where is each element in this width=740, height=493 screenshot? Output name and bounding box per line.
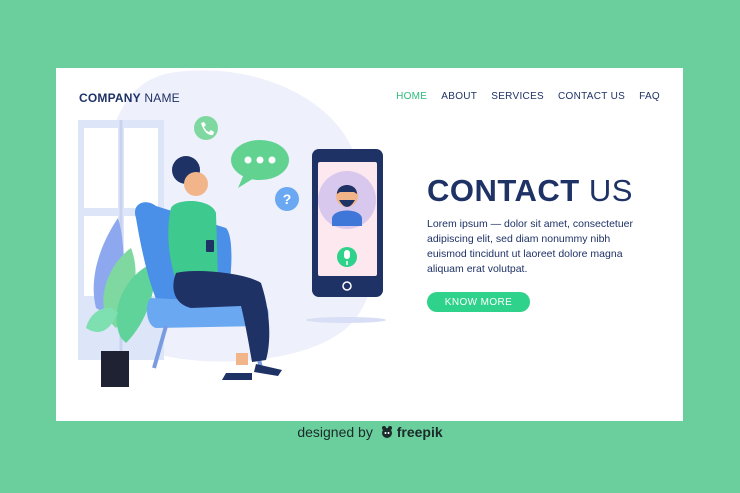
nav-about[interactable]: ABOUT	[441, 91, 477, 102]
svg-text:?: ?	[283, 191, 292, 207]
know-more-button[interactable]: KNOW MORE	[427, 292, 530, 312]
credit-prefix: designed by	[297, 424, 373, 440]
phone-icon	[194, 116, 218, 140]
hero-title: CONTACT US	[427, 173, 633, 209]
question-icon: ?	[275, 187, 299, 211]
hero-title-light: US	[579, 173, 633, 208]
brand-logo[interactable]: COMPANY NAME	[79, 91, 180, 105]
brand-name-bold: COMPANY	[79, 91, 141, 105]
brand-name-light: NAME	[140, 91, 180, 105]
hero-body-text: Lorem ipsum — dolor sit amet, consectetu…	[427, 218, 634, 275]
freepik-logo-icon	[380, 425, 394, 442]
nav-contact-us[interactable]: CONTACT US	[558, 91, 625, 102]
nav-faq[interactable]: FAQ	[639, 91, 660, 102]
landing-page: ? COMPANY NAME HOME ABOUT SERVICES CONTA…	[56, 68, 683, 421]
credit-brand: freepik	[396, 424, 443, 440]
smartphone	[306, 149, 386, 323]
designer-credit: designed by freepik	[0, 424, 740, 442]
nav-services[interactable]: SERVICES	[491, 91, 544, 102]
hero-title-bold: CONTACT	[427, 173, 580, 208]
microphone-icon	[337, 247, 357, 267]
nav-home[interactable]: HOME	[396, 91, 427, 102]
main-nav: HOME ABOUT SERVICES CONTACT US FAQ	[396, 91, 660, 102]
